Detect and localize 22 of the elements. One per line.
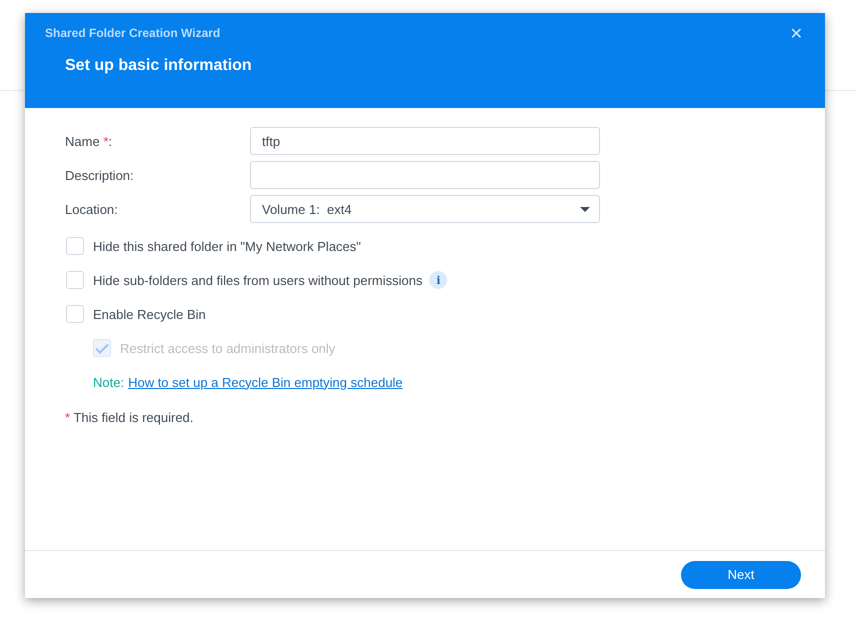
- input-field[interactable]: tftp: [250, 127, 600, 155]
- checkbox[interactable]: [66, 271, 84, 289]
- field-label: Location:: [65, 202, 119, 216]
- help-link[interactable]: How to set up a Recycle Bin emptying schedule: [128, 374, 403, 390]
- checkbox-label: Enable Recycle Bin: [93, 306, 206, 322]
- close-button[interactable]: ✕: [788, 24, 805, 42]
- note-label: Note:: [93, 374, 124, 390]
- location-dropdown[interactable]: Volume 1: ext4: [250, 195, 600, 223]
- step-title: Set up basic information: [65, 57, 253, 75]
- window-title: Shared Folder Creation Wizard: [45, 26, 220, 40]
- info-icon[interactable]: i: [429, 271, 448, 289]
- checkbox-label: Hide this shared folder in "My Network Places": [93, 238, 361, 254]
- field-label: Name *:: [65, 134, 113, 148]
- checkbox-label: Restrict access to administrators only: [120, 340, 336, 356]
- caret-icon: [580, 206, 590, 212]
- checkbox[interactable]: [66, 237, 84, 255]
- required-note: * This field is required.: [65, 410, 194, 425]
- checkbox[interactable]: [66, 305, 84, 323]
- next-button[interactable]: Next: [681, 560, 801, 588]
- input-field[interactable]: [250, 161, 600, 189]
- field-label: Description:: [65, 168, 135, 182]
- checkbox-label: Hide sub-folders and files from users without permissions: [93, 272, 422, 288]
